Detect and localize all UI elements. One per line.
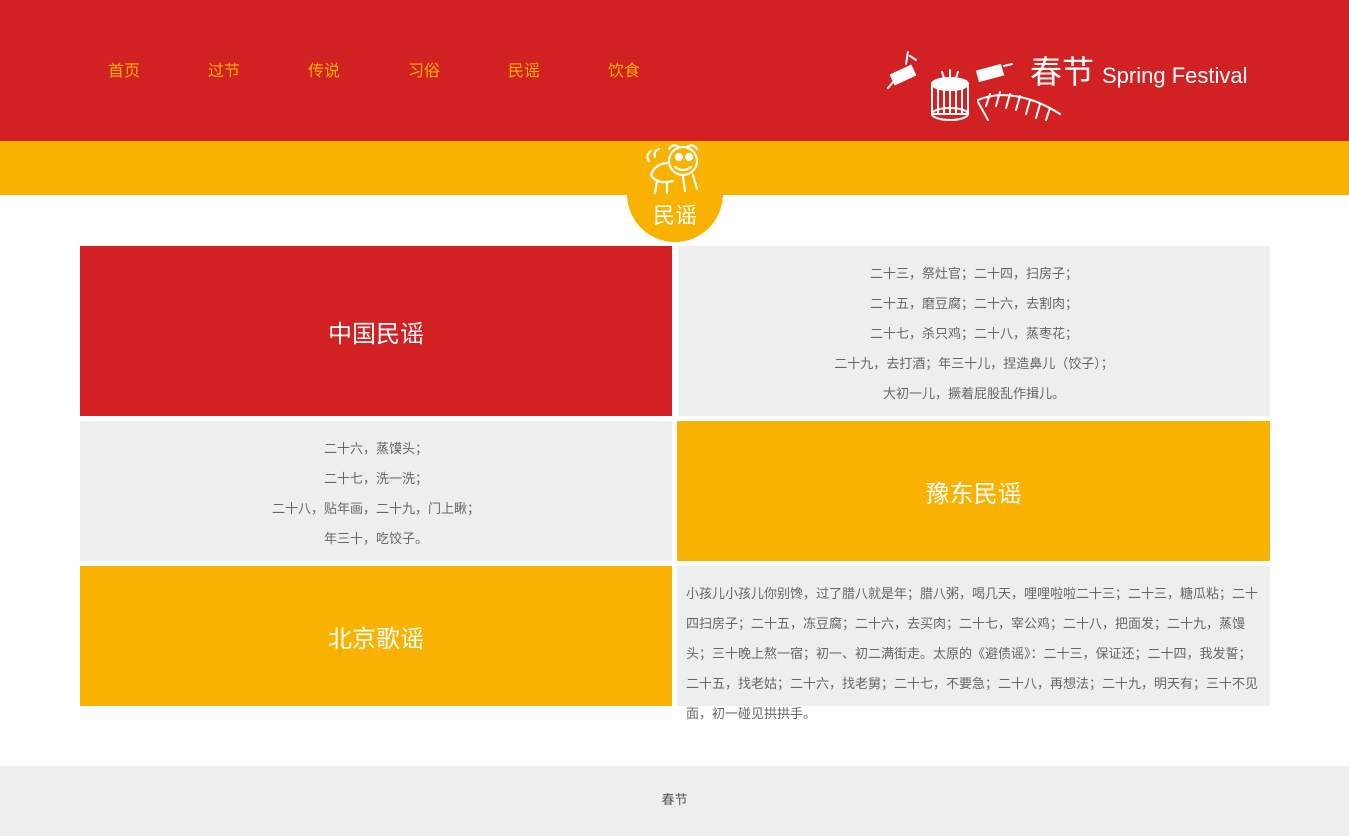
lyric-line: 二十七，洗一洗； [323, 472, 428, 487]
nav-folk-songs[interactable]: 民谣 [474, 60, 574, 82]
site-footer: 春节 [0, 766, 1349, 836]
beijing-song-title-card: 北京歌谣 [80, 566, 672, 706]
lyric-line: 二十九，去打酒；年三十儿，捏造鼻儿（饺子）； [834, 357, 1114, 372]
lyric-line: 二十五，磨豆腐；二十六，去割肉； [869, 297, 1078, 312]
main-nav: 首页 过节 传说 习俗 民谣 饮食 [74, 60, 674, 82]
lyric-line: 二十六，蒸馍头； [323, 442, 428, 457]
beijing-song-lyrics-card: 小孩儿小孩儿你别馋，过了腊八就是年；腊八粥，喝几天，哩哩啦啦二十三；二十三，糖瓜… [677, 566, 1270, 722]
brand-title-en: Spring Festival [1102, 63, 1248, 88]
lyric-line: 二十七，杀只鸡；二十八，蒸枣花； [869, 327, 1078, 342]
china-folk-lyrics-card: 二十三，祭灶官；二十四，扫房子； 二十五，磨豆腐；二十六，去割肉； 二十七，杀只… [678, 246, 1270, 416]
beijing-song-title: 北京歌谣 [328, 624, 424, 653]
lyric-line: 二十八，贴年画，二十九，门上瞅； [271, 502, 480, 517]
nav-celebrate[interactable]: 过节 [174, 60, 274, 82]
brand-title-cn: 春节 [1030, 53, 1095, 91]
china-folk-title-card: 中国民谣 [80, 246, 672, 416]
lion-dance-icon [646, 144, 699, 195]
folk-song-grid: 中国民谣 二十三，祭灶官；二十四，扫房子； 二十五，磨豆腐；二十六，去割肉； 二… [80, 246, 1270, 722]
lyric-line: 年三十，吃饺子。 [323, 532, 428, 547]
lyric-line: 大初一儿，撅着屁股乱作揖儿。 [882, 387, 1065, 402]
footer-text: 春节 [661, 793, 688, 808]
section-badge: 民谣 [627, 141, 723, 242]
yudong-folk-title: 豫东民谣 [925, 479, 1022, 508]
brand-logo: 春节 Spring Festival [882, 48, 1272, 128]
section-title: 民谣 [652, 204, 697, 229]
yudong-folk-lyrics-card: 二十六，蒸馍头； 二十七，洗一洗； 二十八，贴年画，二十九，门上瞅； 年三十，吃… [80, 421, 672, 561]
lyric-line: 二十三，祭灶官；二十四，扫房子； [869, 267, 1078, 282]
nav-legend[interactable]: 传说 [274, 60, 374, 82]
nav-customs[interactable]: 习俗 [374, 60, 474, 82]
nav-food[interactable]: 饮食 [574, 60, 674, 82]
yudong-folk-title-card: 豫东民谣 [677, 421, 1270, 561]
china-folk-title: 中国民谣 [328, 319, 424, 348]
site-header: 首页 过节 传说 习俗 民谣 饮食 春节 Spring Festival [0, 0, 1349, 141]
nav-home[interactable]: 首页 [74, 60, 174, 82]
beijing-song-text: 小孩儿小孩儿你别馋，过了腊八就是年；腊八粥，喝几天，哩哩啦啦二十三；二十三，糖瓜… [686, 587, 1259, 722]
